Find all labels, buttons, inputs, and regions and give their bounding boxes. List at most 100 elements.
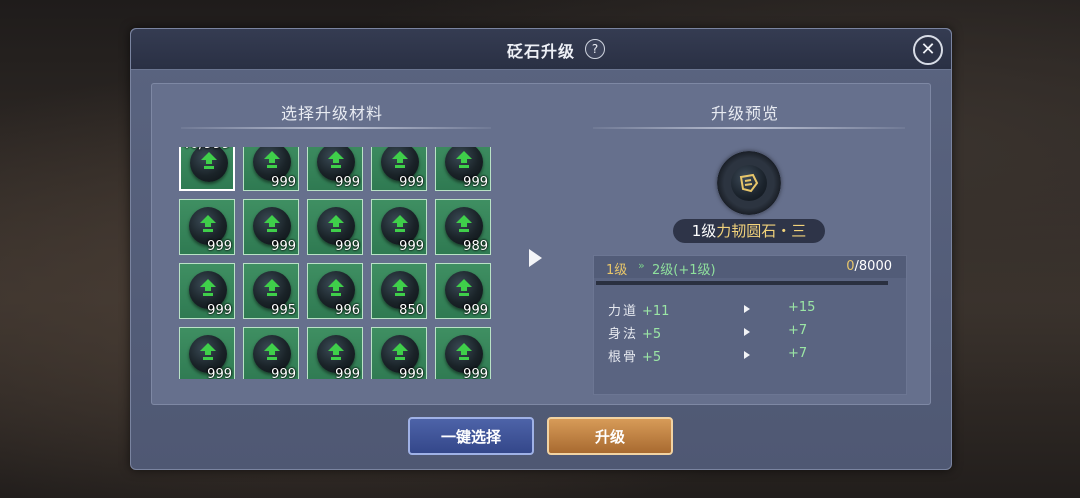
material-slot[interactable]: 999: [371, 327, 427, 379]
stone-item-icon[interactable]: [717, 151, 781, 215]
material-slot[interactable]: 996: [307, 263, 363, 319]
help-icon[interactable]: ?: [585, 39, 605, 59]
stone-core: [731, 165, 767, 201]
material-slot[interactable]: 850: [371, 263, 427, 319]
green-up-arrow-icon: [456, 215, 472, 235]
material-slot[interactable]: 999: [307, 147, 363, 191]
slot-count: 999: [463, 175, 488, 190]
material-slot[interactable]: 999: [435, 327, 491, 379]
green-up-arrow-icon: [328, 343, 344, 363]
material-slot[interactable]: 40/999: [179, 147, 235, 191]
material-slot[interactable]: 999: [435, 263, 491, 319]
green-up-arrow-icon: [264, 343, 280, 363]
upgrade-stone-icon: [190, 147, 228, 182]
slot-count: 850: [399, 303, 424, 318]
slot-count: 995: [271, 303, 296, 318]
stat-row: 根骨 +5: [608, 346, 662, 365]
green-up-arrow-icon: [200, 343, 216, 363]
green-up-arrow-icon: [200, 215, 216, 235]
dialog-titlebar: 砭石升级 ? ✕: [131, 29, 951, 70]
content-panel: 选择升级材料 40/999 999 999 999 999 999 999 999 999 989…: [151, 83, 931, 405]
slot-count: 999: [399, 367, 424, 379]
green-up-arrow-icon: [456, 279, 472, 299]
stat-value: +5: [642, 327, 662, 342]
green-up-arrow-icon: [392, 343, 408, 363]
slot-count: 999: [271, 367, 296, 379]
arrow-right-icon: [529, 249, 542, 267]
slot-count: 999: [463, 303, 488, 318]
green-up-arrow-icon: [264, 151, 280, 171]
material-slot[interactable]: 999: [243, 199, 299, 255]
slot-count: 999: [463, 367, 488, 379]
material-slot[interactable]: 989: [435, 199, 491, 255]
green-up-arrow-icon: [328, 215, 344, 235]
material-slot[interactable]: 999: [179, 263, 235, 319]
stat-new-value: +15: [788, 300, 816, 315]
materials-title: 选择升级材料: [281, 104, 384, 123]
material-slot[interactable]: 999: [435, 147, 491, 191]
green-up-arrow-icon: [200, 279, 216, 299]
materials-grid: 40/999 999 999 999 999 999 999 999 999 989 999 995 9…: [179, 147, 495, 379]
item-level: 1级: [691, 222, 717, 240]
stat-row: 力道 +11: [608, 300, 670, 319]
upgrade-button[interactable]: 升级: [547, 417, 673, 455]
exp-total: /8000: [854, 259, 892, 274]
slot-count: 999: [335, 367, 360, 379]
green-up-arrow-icon: [392, 279, 408, 299]
slot-count: 999: [335, 175, 360, 190]
item-name: 力韧圆石・三: [716, 222, 807, 240]
material-slot[interactable]: 999: [371, 199, 427, 255]
green-up-arrow-icon: [264, 279, 280, 299]
material-slot[interactable]: 999: [179, 327, 235, 379]
selected-count: 40/999: [181, 147, 230, 152]
slot-count: 999: [271, 239, 296, 254]
green-up-arrow-icon: [392, 215, 408, 235]
level-arrow-icon: »: [638, 259, 645, 272]
slot-count: 989: [463, 239, 488, 254]
material-slot[interactable]: 995: [243, 263, 299, 319]
slot-count: 999: [271, 175, 296, 190]
green-up-arrow-icon: [456, 343, 472, 363]
level-row: 1级 » 2级(+1级) 0/8000: [594, 256, 906, 278]
stat-name: 力道: [608, 304, 639, 319]
material-slot[interactable]: 999: [307, 327, 363, 379]
auto-select-button[interactable]: 一键选择: [408, 417, 534, 455]
upgrade-dialog: 砭石升级 ? ✕ 选择升级材料 40/999 999 999 999 999 999 999…: [130, 28, 952, 470]
stat-value: +5: [642, 350, 662, 365]
slot-count: 999: [335, 239, 360, 254]
slot-count: 996: [335, 303, 360, 318]
material-slot[interactable]: 999: [243, 327, 299, 379]
green-up-arrow-icon: [328, 279, 344, 299]
slot-count: 999: [207, 367, 232, 379]
stat-arrow-icon: [744, 328, 750, 336]
green-up-arrow-icon: [328, 151, 344, 171]
stat-arrow-icon: [744, 305, 750, 313]
stat-value: +11: [642, 304, 670, 319]
slot-count: 999: [399, 175, 424, 190]
stats-panel: 1级 » 2级(+1级) 0/8000 力道 +11 +15 身法 +5 +7 根骨…: [593, 255, 907, 395]
material-slot[interactable]: 999: [307, 199, 363, 255]
preview-divider: [593, 127, 905, 129]
exp-current: 0: [846, 259, 855, 274]
green-up-arrow-icon: [456, 151, 472, 171]
preview-title: 升级预览: [711, 104, 780, 123]
stat-arrow-icon: [744, 351, 750, 359]
slot-count: 999: [207, 239, 232, 254]
level-to: 2级(+1级): [652, 263, 716, 278]
stat-row: 身法 +5: [608, 323, 662, 342]
exp-readout: 0/8000: [846, 259, 892, 274]
green-up-arrow-icon: [392, 151, 408, 171]
material-slot[interactable]: 999: [243, 147, 299, 191]
stat-name: 身法: [608, 327, 639, 342]
green-up-arrow-icon: [264, 215, 280, 235]
level-from: 1级: [606, 263, 628, 278]
item-name-label: 1级力韧圆石・三: [673, 219, 825, 243]
slot-count: 999: [399, 239, 424, 254]
stat-new-value: +7: [788, 323, 808, 338]
slot-count: 999: [207, 303, 232, 318]
close-icon[interactable]: ✕: [913, 35, 943, 65]
exp-progress-bar: [596, 281, 888, 285]
material-slot[interactable]: 999: [371, 147, 427, 191]
material-slot[interactable]: 999: [179, 199, 235, 255]
stat-new-value: +7: [788, 346, 808, 361]
